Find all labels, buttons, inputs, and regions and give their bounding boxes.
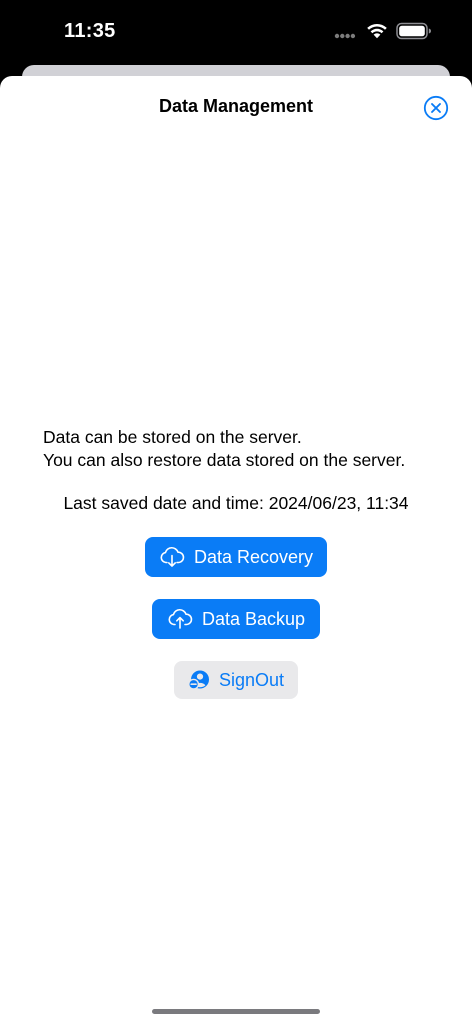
status-time: 11:35 xyxy=(64,20,116,42)
sign-out-button[interactable]: SignOut xyxy=(174,661,298,699)
battery-icon xyxy=(396,22,431,40)
description-text: Data can be stored on the server. You ca… xyxy=(43,426,463,472)
wifi-icon xyxy=(367,23,387,39)
data-recovery-label: Data Recovery xyxy=(193,546,314,567)
signal-dots-icon xyxy=(334,33,356,39)
data-management-sheet: Data Management Data can be stored on th… xyxy=(0,76,472,1024)
home-indicator[interactable] xyxy=(152,1009,320,1014)
page-title: Data Management xyxy=(158,96,314,116)
cloud-upload-icon xyxy=(167,608,193,630)
data-backup-button[interactable]: Data Backup xyxy=(152,599,320,639)
last-saved-label: Last saved date and time: 2024/06/23, 11… xyxy=(63,493,409,513)
sign-out-label: SignOut xyxy=(218,669,285,690)
status-bar: 11:35 xyxy=(0,0,472,64)
data-backup-label: Data Backup xyxy=(201,608,306,629)
close-circle-icon xyxy=(423,95,449,121)
data-recovery-button[interactable]: Data Recovery xyxy=(145,537,327,577)
description-line-1: Data can be stored on the server. xyxy=(43,427,302,447)
person-minus-icon xyxy=(188,669,210,691)
screen: 11:35 Data Management Data can be stored… xyxy=(0,0,472,1024)
cloud-download-icon xyxy=(159,546,185,568)
close-button[interactable] xyxy=(423,95,449,121)
description-line-2: You can also restore data stored on the … xyxy=(43,450,406,470)
